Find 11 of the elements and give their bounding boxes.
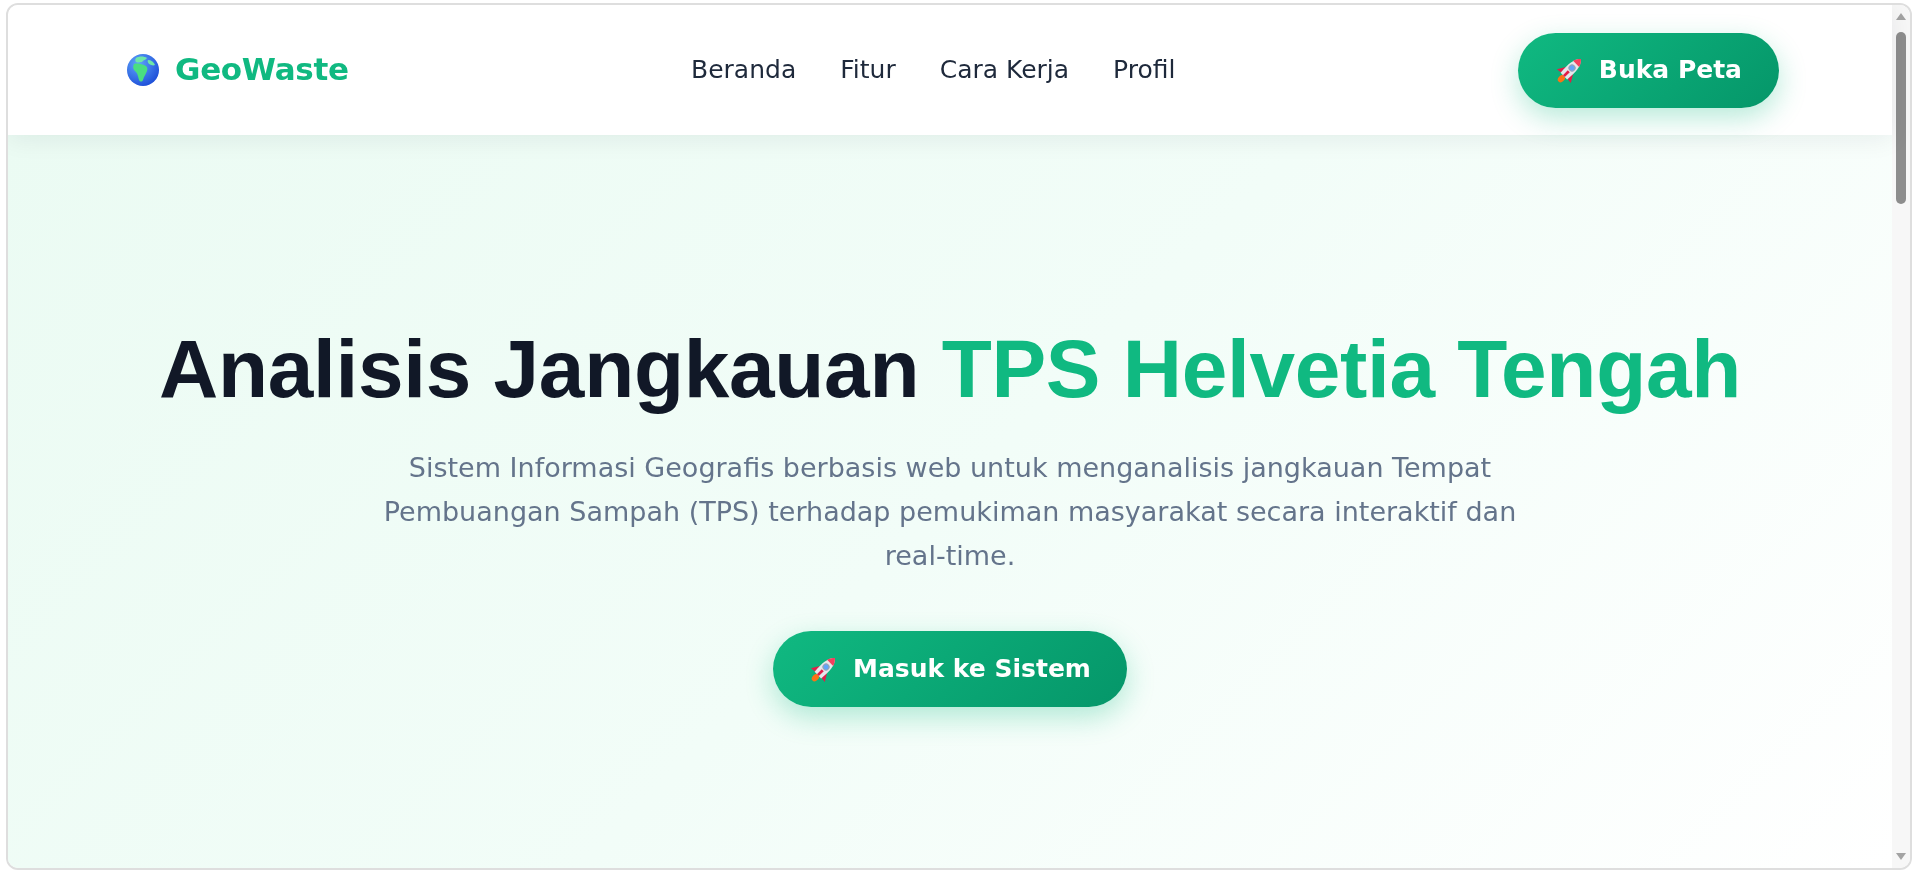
nav-link[interactable]: Fitur <box>840 53 896 87</box>
hero-description: Sistem Informasi Geografis berbasis web untuk menganalisis jangkauan Tempat Pembuangan Sampah (TPS) terhadap pemukiman masyarakat secara interaktif dan real-time. <box>382 451 1518 573</box>
hero-heading: Analisis Jangkauan TPS Helvetia Tengah <box>158 322 1741 416</box>
scroll-up-arrow-icon[interactable] <box>1896 13 1906 20</box>
nav-link[interactable]: Beranda <box>691 53 797 87</box>
scroll-down-arrow-icon[interactable] <box>1896 853 1906 860</box>
scrollbar-thumb[interactable] <box>1896 32 1906 204</box>
scrollbar-track[interactable] <box>1892 5 1910 868</box>
globe-icon <box>127 54 159 86</box>
nav-link[interactable]: Profil <box>1113 53 1176 87</box>
nav-link[interactable]: Cara Kerja <box>939 53 1070 87</box>
